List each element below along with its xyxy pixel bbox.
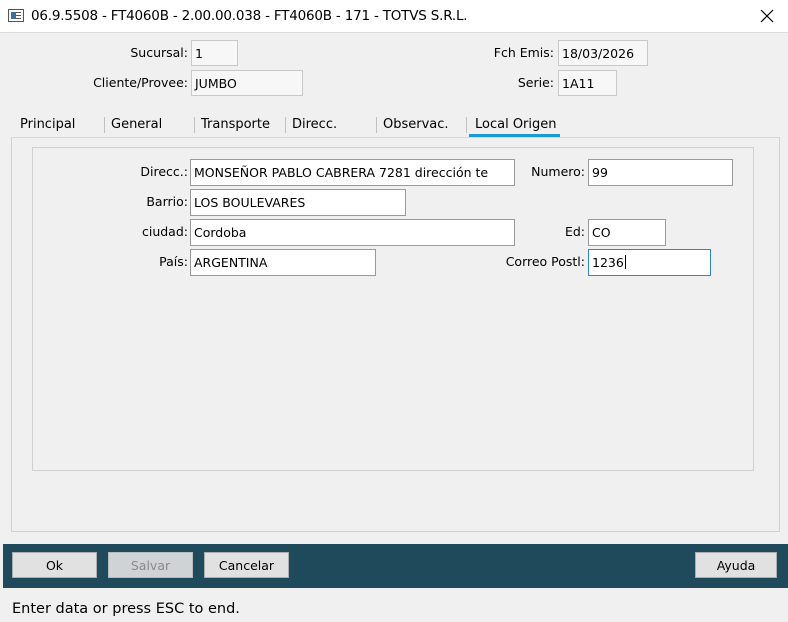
dialog-body: Sucursal: 1 Cliente/Provee: JUMBO Fch Em… xyxy=(0,32,788,622)
correo-postl-value: 1236 xyxy=(592,255,624,270)
tab-general[interactable]: General xyxy=(111,117,162,132)
serie-field[interactable]: 1A11 xyxy=(558,70,617,96)
status-text: Enter data or press ESC to end. xyxy=(12,601,240,617)
tab-bar: Principal General Transporte Direcc. Obs… xyxy=(0,105,788,139)
sucursal-field[interactable]: 1 xyxy=(191,40,238,66)
ed-label: Ed: xyxy=(564,224,585,239)
ed-field[interactable]: CO xyxy=(588,219,666,246)
tab-observac[interactable]: Observac. xyxy=(383,117,449,132)
cliente-field[interactable]: JUMBO xyxy=(191,70,303,96)
correo-postl-label: Correo Postl: xyxy=(505,254,585,269)
ayuda-button[interactable]: Ayuda xyxy=(695,552,777,578)
status-bar: Enter data or press ESC to end. xyxy=(0,589,788,622)
barrio-field[interactable]: LOS BOULEVARES xyxy=(190,189,406,216)
barrio-label: Barrio: xyxy=(146,194,188,209)
tab-principal[interactable]: Principal xyxy=(20,117,75,132)
tab-transporte[interactable]: Transporte xyxy=(201,117,270,132)
cancelar-button[interactable]: Cancelar xyxy=(204,552,289,578)
fch-emis-field[interactable]: 18/03/2026 xyxy=(558,40,648,66)
app-window-icon xyxy=(8,9,24,22)
direcc-field[interactable]: MONSEÑOR PABLO CABRERA 7281 dirección te xyxy=(190,159,515,186)
direcc-label: Direcc.: xyxy=(140,164,188,179)
text-caret xyxy=(624,255,626,269)
window-title: 06.9.5508 - FT4060B - 2.00.00.038 - FT40… xyxy=(31,8,468,24)
correo-postl-field[interactable]: 1236 xyxy=(588,249,711,276)
ciudad-label: ciudad: xyxy=(141,224,188,239)
numero-field[interactable]: 99 xyxy=(588,159,733,186)
cliente-label: Cliente/Provee: xyxy=(93,75,188,90)
ok-button[interactable]: Ok xyxy=(12,552,97,578)
tab-direcc[interactable]: Direcc. xyxy=(292,117,337,132)
ciudad-field[interactable]: Cordoba xyxy=(190,219,515,246)
sucursal-label: Sucursal: xyxy=(130,45,188,60)
numero-label: Numero: xyxy=(531,164,585,179)
salvar-button[interactable]: Salvar xyxy=(108,552,193,578)
close-button[interactable] xyxy=(746,0,788,32)
close-icon xyxy=(760,9,774,23)
pais-field[interactable]: ARGENTINA xyxy=(190,249,376,276)
title-bar: 06.9.5508 - FT4060B - 2.00.00.038 - FT40… xyxy=(0,0,788,32)
action-bar: Ok Salvar Cancelar Ayuda xyxy=(3,544,788,588)
fch-emis-label: Fch Emis: xyxy=(493,45,554,60)
serie-label: Serie: xyxy=(517,75,554,90)
pais-label: País: xyxy=(159,254,188,269)
tab-local-origen[interactable]: Local Origen xyxy=(475,117,557,132)
